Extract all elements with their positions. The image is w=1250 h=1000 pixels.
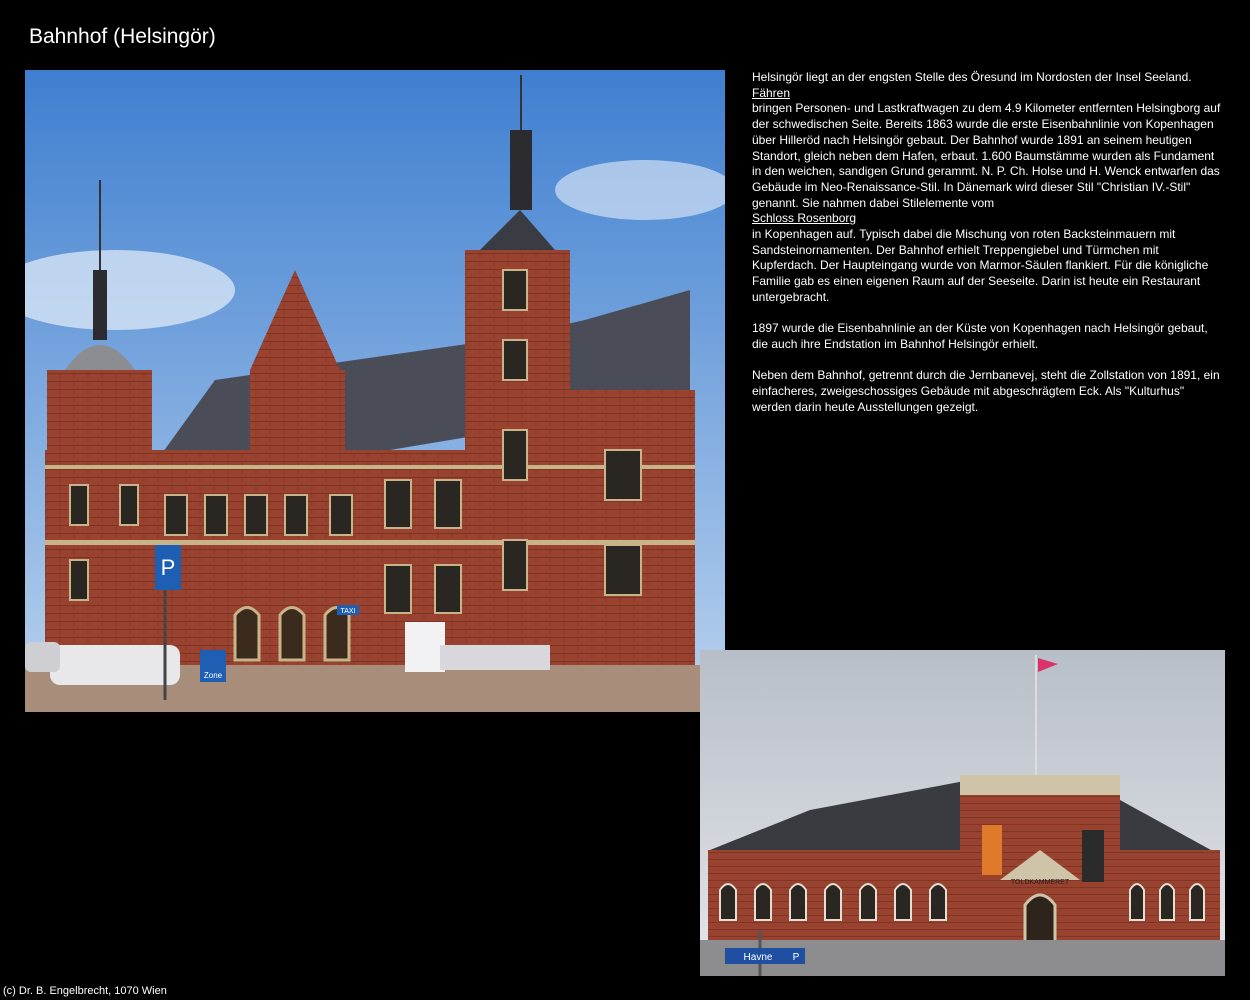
ferries-link[interactable]: Fähren xyxy=(752,86,790,100)
page-title: Bahnhof (Helsingör) xyxy=(29,25,216,48)
paragraph-1: Helsingör liegt an der engsten Stelle de… xyxy=(752,70,1222,306)
customs-house-photo[interactable]: TOLDKAMMERET Havne P xyxy=(700,650,1225,976)
customs-house-illustration: TOLDKAMMERET Havne P xyxy=(700,650,1225,976)
rosenborg-link[interactable]: Schloss Rosenborg xyxy=(752,211,856,225)
paragraph-1-intro: Helsingör liegt an der engsten Stelle de… xyxy=(752,70,1192,84)
zone-sign: Zone xyxy=(204,671,223,680)
taxi-sign: TAXI xyxy=(340,608,355,615)
paragraph-1-middle: bringen Personen- und Lastkraftwagen zu … xyxy=(752,101,1221,210)
station-photo[interactable]: P Zone TAXI xyxy=(25,70,725,712)
station-illustration: P Zone TAXI xyxy=(25,70,725,712)
paragraph-2: 1897 wurde die Eisenbahnlinie an der Küs… xyxy=(752,321,1208,351)
description-text: Helsingör liegt an der engsten Stelle de… xyxy=(752,70,1222,431)
havne-parking-sign: P xyxy=(793,952,800,963)
customs-house-sign: TOLDKAMMERET xyxy=(1011,879,1070,886)
copyright-footer: (c) Dr. B. Engelbrecht, 1070 Wien xyxy=(3,985,167,997)
parking-sign: P xyxy=(161,555,176,580)
havne-street-sign: Havne xyxy=(744,952,773,963)
paragraph-1-end: in Kopenhagen auf. Typisch dabei die Mis… xyxy=(752,227,1209,304)
paragraph-3: Neben dem Bahnhof, getrennt durch die Je… xyxy=(752,368,1220,414)
